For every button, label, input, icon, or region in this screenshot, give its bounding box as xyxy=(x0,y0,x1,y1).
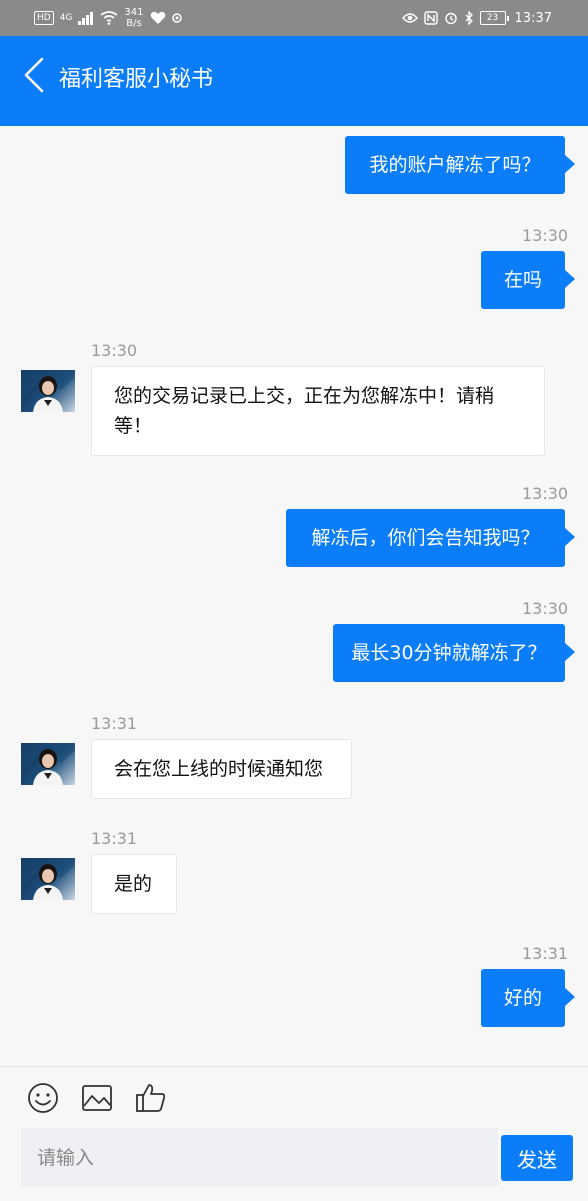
like-button[interactable] xyxy=(134,1081,168,1115)
avatar[interactable] xyxy=(21,858,75,900)
agent-avatar-icon xyxy=(21,858,75,900)
message-timestamp: 13:31 xyxy=(91,714,138,733)
message-bubble-received[interactable]: 会在您上线的时候通知您 xyxy=(91,739,352,799)
message-text-line: 您的交易记录已上交，正在为您解冻中！请稍 xyxy=(114,385,495,407)
message-timestamp: 13:30 xyxy=(522,484,569,503)
avatar[interactable] xyxy=(21,370,75,412)
image-button[interactable] xyxy=(80,1081,114,1115)
message-timestamp: 13:30 xyxy=(522,599,569,618)
thumbs-up-icon xyxy=(136,1084,166,1112)
chevron-left-icon xyxy=(24,57,44,93)
message-text-line: 等！ xyxy=(114,415,153,437)
alarm-icon xyxy=(444,12,457,25)
signal-type: 4G xyxy=(59,13,73,23)
bluetooth-icon xyxy=(465,11,473,25)
signal-icon xyxy=(78,12,94,25)
heart-icon xyxy=(150,11,165,24)
composer-bar: 发送 xyxy=(0,1066,588,1201)
avatar[interactable] xyxy=(21,743,75,785)
app-notification-icon xyxy=(171,13,182,23)
status-bar: HD 4G 341 B/s 23 13:37 xyxy=(0,0,588,36)
agent-avatar-icon xyxy=(21,743,75,785)
chat-area[interactable]: 我的账户解冻了吗？ 13:30 在吗 13:30 您的交易记录已上交，正在为您解… xyxy=(0,126,588,1066)
message-input[interactable] xyxy=(21,1128,498,1187)
hd-badge: HD xyxy=(34,11,54,25)
message-timestamp: 13:30 xyxy=(522,226,569,245)
message-bubble-sent[interactable]: 解冻后，你们会告知我吗？ xyxy=(286,509,575,567)
message-timestamp: 13:31 xyxy=(91,829,138,848)
message-bubble-sent[interactable]: 好的 xyxy=(481,969,575,1027)
title-bar: 福利客服小秘书 xyxy=(0,36,588,126)
battery-level: 23 xyxy=(479,11,506,25)
send-button[interactable]: 发送 xyxy=(501,1135,573,1181)
agent-avatar-icon xyxy=(21,370,75,412)
wifi-icon xyxy=(100,11,118,25)
smiley-icon xyxy=(28,1083,58,1113)
message-bubble-sent[interactable]: 在吗 xyxy=(481,251,575,309)
emoji-button[interactable] xyxy=(26,1081,60,1115)
page-title: 福利客服小秘书 xyxy=(59,67,214,92)
message-timestamp: 13:31 xyxy=(522,944,569,963)
speed-unit: B/s xyxy=(126,18,142,29)
message-bubble-sent[interactable]: 我的账户解冻了吗？ xyxy=(345,136,575,194)
status-right: 23 13:37 xyxy=(401,0,552,36)
message-bubble-received[interactable]: 您的交易记录已上交，正在为您解冻中！请稍 等！ xyxy=(91,366,545,456)
status-left: HD 4G 341 B/s xyxy=(34,0,182,36)
speed-value: 341 xyxy=(124,7,144,18)
eye-icon xyxy=(401,13,418,23)
message-timestamp: 13:30 xyxy=(91,341,138,360)
network-speed: 341 B/s xyxy=(124,7,143,29)
status-time: 13:37 xyxy=(514,10,552,26)
back-button[interactable] xyxy=(16,56,56,96)
battery-icon: 23 xyxy=(479,11,509,25)
message-bubble-sent[interactable]: 最长30分钟就解冻了？ xyxy=(333,624,575,682)
nfc-icon xyxy=(423,11,438,25)
message-bubble-received[interactable]: 是的 xyxy=(91,854,177,914)
image-icon xyxy=(82,1085,112,1111)
